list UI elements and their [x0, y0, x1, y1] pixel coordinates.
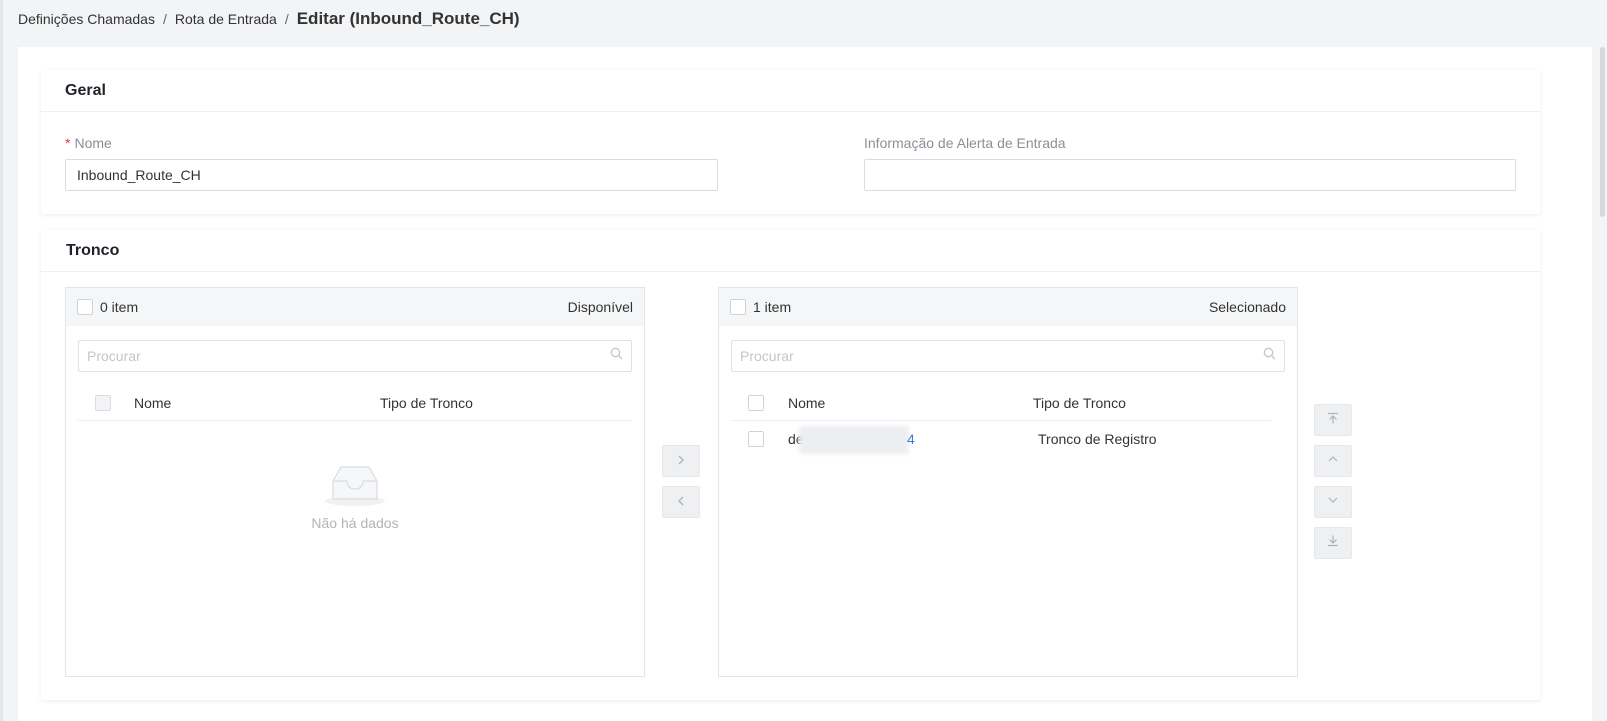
alert-label: Informação de Alerta de Entrada	[864, 135, 1066, 151]
available-header-checkbox	[95, 394, 111, 411]
selected-search-input[interactable]	[740, 348, 1223, 364]
move-to-available-button[interactable]	[662, 486, 700, 518]
name-input[interactable]	[65, 159, 718, 191]
selected-count: 1 item	[753, 299, 792, 315]
chevron-right-icon	[676, 452, 686, 470]
page-scrollbar[interactable]	[1600, 47, 1605, 217]
available-count: 0 item	[100, 299, 139, 315]
general-card-title: Geral	[41, 70, 1540, 112]
general-card: Geral *Nome Informação de Alerta de Entr…	[41, 70, 1540, 214]
left-edge	[0, 0, 3, 721]
selected-panel-header: 1 item Selecionado	[719, 288, 1297, 326]
move-to-selected-button[interactable]	[662, 445, 700, 477]
selected-col-type: Tipo de Tronco	[1033, 394, 1126, 411]
move-up-button[interactable]	[1314, 445, 1352, 477]
available-search[interactable]	[78, 340, 632, 372]
trunk-card: Tronco 0 item Disponível Nome Tipo de Tr…	[41, 230, 1540, 700]
page-title: Editar (Inbound_Route_CH)	[296, 9, 520, 28]
name-label: * Nome	[65, 135, 112, 151]
selected-title: Selecionado	[1208, 299, 1286, 315]
available-panel-header: 0 item Disponível	[66, 288, 644, 326]
chevron-down-icon	[1327, 493, 1339, 511]
available-search-input[interactable]	[87, 348, 570, 364]
selected-table-header: Nome Tipo de Tronco	[731, 385, 1271, 421]
redacted-name	[799, 426, 909, 454]
row-trunk-type: Tronco de Registro	[1038, 431, 1157, 447]
available-col-type: Tipo de Tronco	[380, 394, 473, 411]
move-bottom-button[interactable]	[1314, 527, 1352, 559]
move-top-button[interactable]	[1314, 404, 1352, 436]
empty-inbox-icon	[323, 463, 387, 507]
empty-text: Não há dados	[311, 515, 399, 531]
move-down-button[interactable]	[1314, 486, 1352, 518]
required-mark: *	[65, 135, 71, 151]
selected-header-checkbox[interactable]	[748, 394, 764, 411]
search-icon	[610, 347, 623, 365]
row-checkbox[interactable]	[748, 431, 764, 447]
selected-col-name: Nome	[788, 394, 826, 411]
available-table-header: Nome Tipo de Tronco	[78, 385, 632, 421]
selected-select-all-checkbox[interactable]	[730, 299, 746, 315]
available-select-all-checkbox[interactable]	[77, 299, 93, 315]
row-name-end: 4	[907, 431, 915, 447]
selected-panel: 1 item Selecionado Nome Tipo de Tronco d…	[718, 287, 1298, 677]
search-icon	[1263, 347, 1276, 365]
move-bottom-icon	[1327, 534, 1339, 552]
breadcrumb-item-inbound-route[interactable]: Rota de Entrada	[175, 11, 277, 27]
chevron-left-icon	[676, 493, 686, 511]
breadcrumb: Definições Chamadas / Rota de Entrada / …	[18, 9, 520, 29]
available-col-name: Nome	[134, 394, 172, 411]
available-panel: 0 item Disponível Nome Tipo de Tronco	[65, 287, 645, 677]
available-title: Disponível	[567, 299, 633, 315]
chevron-up-icon	[1327, 452, 1339, 470]
name-label-text: Nome	[74, 135, 112, 151]
empty-state: Não há dados	[66, 463, 644, 531]
alert-info-input[interactable]	[864, 159, 1516, 191]
selected-search[interactable]	[731, 340, 1285, 372]
table-row[interactable]: de 4 Tronco de Registro	[731, 421, 1271, 457]
breadcrumb-separator: /	[284, 11, 289, 27]
move-top-icon	[1327, 411, 1339, 429]
breadcrumb-item-call-settings[interactable]: Definições Chamadas	[18, 11, 155, 27]
trunk-card-title: Tronco	[41, 230, 1540, 272]
breadcrumb-separator: /	[162, 11, 167, 27]
